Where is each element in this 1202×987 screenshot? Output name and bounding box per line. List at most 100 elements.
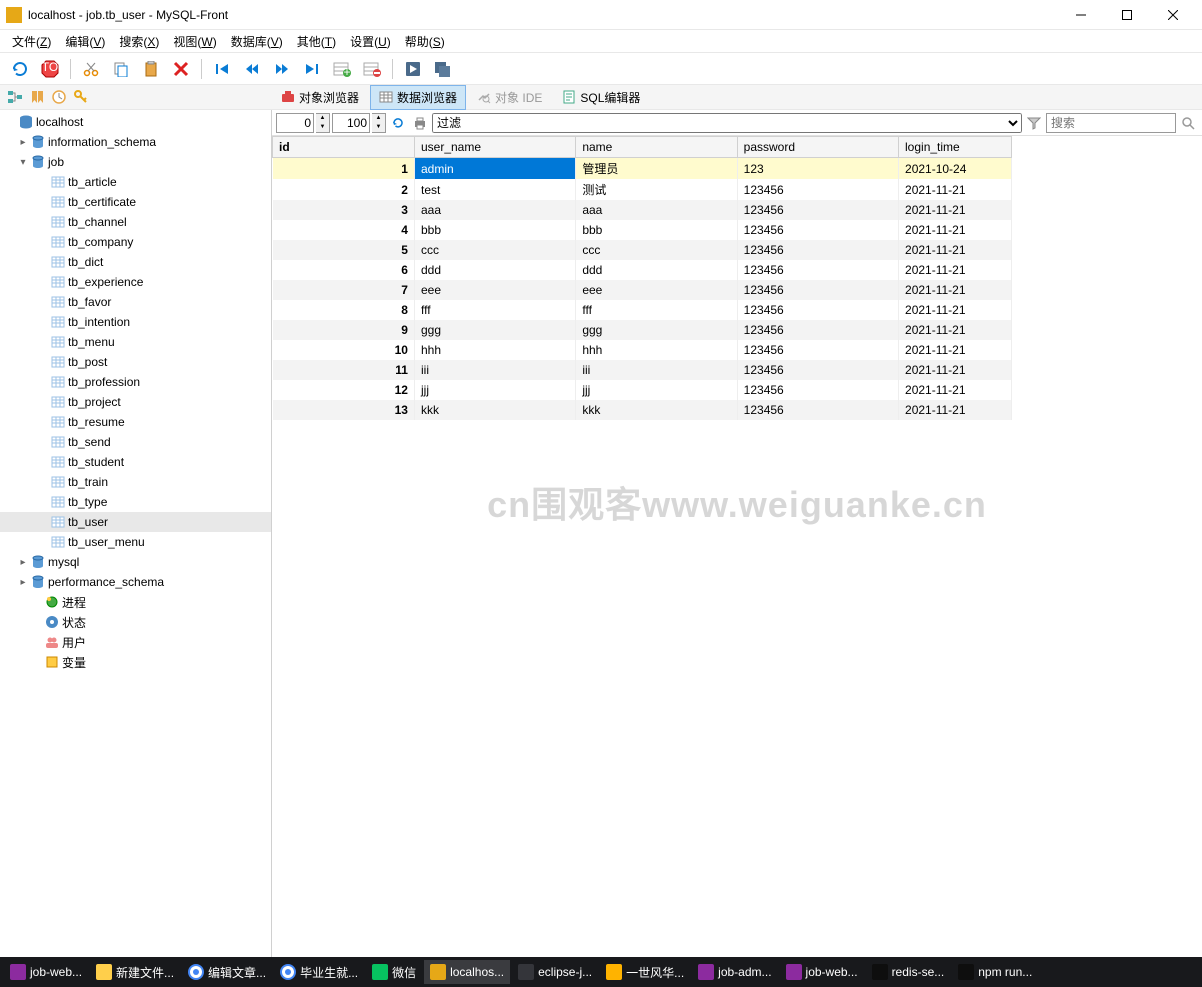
task-job-web...[interactable]: job-web... — [780, 960, 864, 984]
task-redis-se...[interactable]: redis-se... — [866, 960, 951, 984]
table-row[interactable]: 12jjjjjj1234562021-11-21 — [273, 380, 1012, 400]
print-icon[interactable] — [410, 113, 430, 133]
execute-all-icon[interactable] — [431, 57, 455, 81]
tree-localhost[interactable]: localhost — [0, 112, 271, 132]
menu-数据库[interactable]: 数据库(V) — [225, 31, 289, 52]
key-icon[interactable] — [72, 88, 90, 106]
table-row[interactable]: 3aaaaaa1234562021-11-21 — [273, 200, 1012, 220]
tab-data-browser[interactable]: 数据浏览器 — [370, 85, 466, 110]
first-icon[interactable] — [210, 57, 234, 81]
tree-tb_company[interactable]: tb_company — [0, 232, 271, 252]
task-npm run...[interactable]: npm run... — [952, 960, 1038, 984]
tree-view-icon[interactable] — [6, 88, 24, 106]
tree-进程[interactable]: 进程 — [0, 592, 271, 612]
prev-icon[interactable] — [240, 57, 264, 81]
table-row[interactable]: 1admin管理员1232021-10-24 — [273, 158, 1012, 180]
menu-视图[interactable]: 视图(W) — [167, 31, 222, 52]
cut-icon[interactable] — [79, 57, 103, 81]
table-row[interactable]: 2test测试1234562021-11-21 — [273, 179, 1012, 200]
tree-tb_profession[interactable]: tb_profession — [0, 372, 271, 392]
tree-tb_user[interactable]: tb_user — [0, 512, 271, 532]
table-row[interactable]: 13kkkkkk1234562021-11-21 — [273, 400, 1012, 420]
minimize-button[interactable] — [1058, 0, 1104, 30]
menu-文件[interactable]: 文件(Z) — [6, 31, 57, 52]
menu-帮助[interactable]: 帮助(S) — [399, 31, 451, 52]
menu-设置[interactable]: 设置(U) — [344, 31, 397, 52]
tree-tb_certificate[interactable]: tb_certificate — [0, 192, 271, 212]
filter-icon[interactable] — [1024, 113, 1044, 133]
search-icon[interactable] — [1178, 113, 1198, 133]
task-毕业生就...[interactable]: 毕业生就... — [274, 960, 364, 985]
menu-编辑[interactable]: 编辑(V) — [59, 31, 111, 52]
menu-其他[interactable]: 其他(T) — [291, 31, 342, 52]
tree-tb_project[interactable]: tb_project — [0, 392, 271, 412]
tree-tb_train[interactable]: tb_train — [0, 472, 271, 492]
offset-input[interactable] — [276, 113, 314, 133]
refresh-icon[interactable] — [8, 57, 32, 81]
tree-用户[interactable]: 用户 — [0, 632, 271, 652]
table-row[interactable]: 8ffffff1234562021-11-21 — [273, 300, 1012, 320]
tree-tb_student[interactable]: tb_student — [0, 452, 271, 472]
menu-搜索[interactable]: 搜索(X) — [113, 31, 165, 52]
table-row[interactable]: 11iiiiii1234562021-11-21 — [273, 360, 1012, 380]
task-job-adm...[interactable]: job-adm... — [692, 960, 777, 984]
limit-spinner[interactable]: ▲▼ — [372, 113, 386, 133]
tab-object-browser[interactable]: 对象浏览器 — [272, 85, 368, 110]
col-id[interactable]: id — [273, 137, 415, 158]
tree-tb_intention[interactable]: tb_intention — [0, 312, 271, 332]
execute-icon[interactable] — [401, 57, 425, 81]
tree-tb_send[interactable]: tb_send — [0, 432, 271, 452]
copy-icon[interactable] — [109, 57, 133, 81]
tab-object-ide[interactable]: 对象 IDE — [468, 85, 551, 110]
tree-tb_dict[interactable]: tb_dict — [0, 252, 271, 272]
tree-状态[interactable]: 状态 — [0, 612, 271, 632]
task-localhos...[interactable]: localhos... — [424, 960, 510, 984]
task-job-web...[interactable]: job-web... — [4, 960, 88, 984]
tree-tb_favor[interactable]: tb_favor — [0, 292, 271, 312]
maximize-button[interactable] — [1104, 0, 1150, 30]
task-微信[interactable]: 微信 — [366, 960, 422, 985]
col-password[interactable]: password — [737, 137, 898, 158]
stop-icon[interactable]: STOP — [38, 57, 62, 81]
table-row[interactable]: 4bbbbbb1234562021-11-21 — [273, 220, 1012, 240]
task-一世风华...[interactable]: 一世风华... — [600, 960, 690, 985]
delete-icon[interactable] — [169, 57, 193, 81]
offset-spinner[interactable]: ▲▼ — [316, 113, 330, 133]
paste-icon[interactable] — [139, 57, 163, 81]
table-wrap[interactable]: iduser_namenamepasswordlogin_time1admin管… — [272, 136, 1202, 957]
tree-tb_user_menu[interactable]: tb_user_menu — [0, 532, 271, 552]
insert-row-icon[interactable]: + — [330, 57, 354, 81]
table-row[interactable]: 5cccccc1234562021-11-21 — [273, 240, 1012, 260]
search-input[interactable] — [1046, 113, 1176, 133]
col-user_name[interactable]: user_name — [414, 137, 575, 158]
last-icon[interactable] — [300, 57, 324, 81]
tree-tb_experience[interactable]: tb_experience — [0, 272, 271, 292]
table-row[interactable]: 10hhhhhh1234562021-11-21 — [273, 340, 1012, 360]
tree-mysql[interactable]: ▸mysql — [0, 552, 271, 572]
filter-input[interactable]: 过滤 — [432, 113, 1022, 133]
next-icon[interactable] — [270, 57, 294, 81]
close-button[interactable] — [1150, 0, 1196, 30]
tree-tb_channel[interactable]: tb_channel — [0, 212, 271, 232]
bookmark-icon[interactable] — [28, 88, 46, 106]
tree-information_schema[interactable]: ▸information_schema — [0, 132, 271, 152]
task-编辑文章...[interactable]: 编辑文章... — [182, 960, 272, 985]
tree-tb_menu[interactable]: tb_menu — [0, 332, 271, 352]
tree-tb_resume[interactable]: tb_resume — [0, 412, 271, 432]
task-eclipse-j...[interactable]: eclipse-j... — [512, 960, 598, 984]
tree-tb_post[interactable]: tb_post — [0, 352, 271, 372]
task-新建文件...[interactable]: 新建文件... — [90, 960, 180, 985]
table-row[interactable]: 7eeeeee1234562021-11-21 — [273, 280, 1012, 300]
table-row[interactable]: 6dddddd1234562021-11-21 — [273, 260, 1012, 280]
clock-icon[interactable] — [50, 88, 68, 106]
tree-tb_article[interactable]: tb_article — [0, 172, 271, 192]
col-name[interactable]: name — [576, 137, 737, 158]
delete-row-icon[interactable] — [360, 57, 384, 81]
tree-performance_schema[interactable]: ▸performance_schema — [0, 572, 271, 592]
tree-tb_type[interactable]: tb_type — [0, 492, 271, 512]
tree-panel[interactable]: localhost▸information_schema▾jobtb_artic… — [0, 110, 272, 957]
col-login_time[interactable]: login_time — [899, 137, 1012, 158]
tree-job[interactable]: ▾job — [0, 152, 271, 172]
limit-input[interactable] — [332, 113, 370, 133]
tab-sql-editor[interactable]: SQL编辑器 — [553, 85, 649, 110]
